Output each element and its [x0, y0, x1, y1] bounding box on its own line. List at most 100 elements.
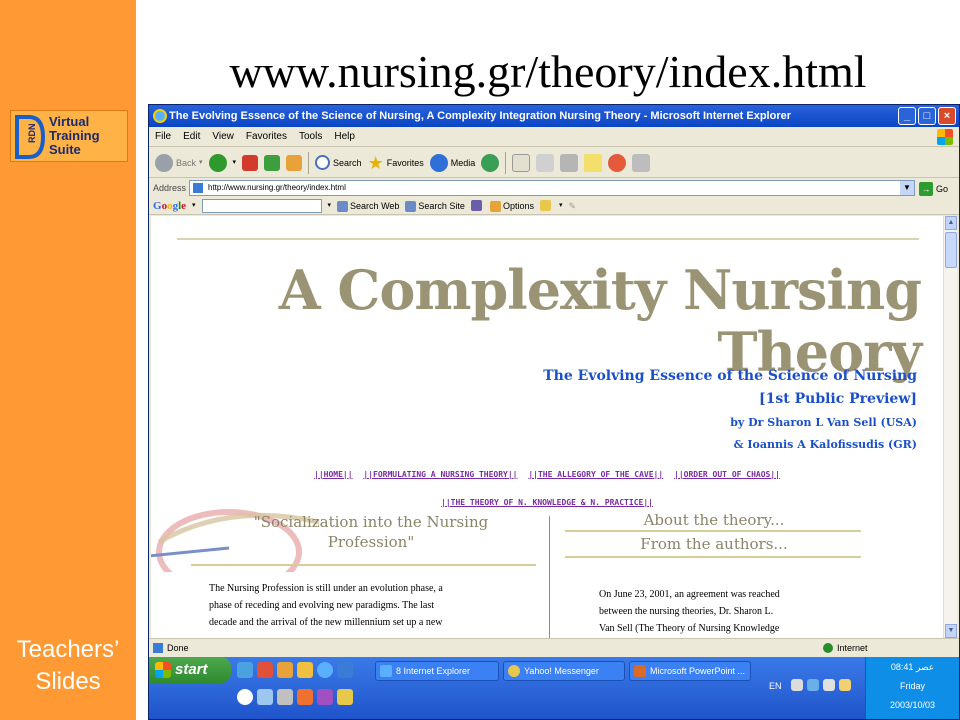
discuss-icon[interactable]: [584, 153, 603, 172]
minimize-button[interactable]: _: [898, 107, 916, 125]
quicklaunch-folder-icon[interactable]: [277, 662, 293, 678]
quicklaunch-explorer-icon[interactable]: [297, 662, 313, 678]
quicklaunch-word-icon[interactable]: [337, 662, 353, 678]
status-text: Done: [167, 643, 189, 653]
quicklaunch-ie-icon[interactable]: [317, 662, 333, 678]
forward-arrow-icon[interactable]: [208, 153, 227, 172]
options-label: Options: [502, 200, 534, 211]
yahoo-task-icon: [508, 665, 520, 677]
menu-file[interactable]: File: [155, 127, 171, 146]
nav-link-home[interactable]: ||HOME||: [314, 470, 353, 479]
home-icon[interactable]: [286, 154, 303, 171]
quicklaunch-app-icon[interactable]: [257, 662, 273, 678]
tray-network-icon[interactable]: [807, 679, 819, 691]
stop-icon[interactable]: [242, 154, 259, 171]
quicklaunch-media-icon[interactable]: [237, 689, 253, 705]
windows-start-icon: [155, 662, 171, 678]
status-bar: Done Internet: [149, 638, 959, 656]
author-line1: by Dr Sharon L Van Sell (USA): [730, 416, 917, 429]
google-logo[interactable]: Google: [153, 197, 186, 215]
highlighter-icon[interactable]: ✎: [568, 197, 576, 215]
menu-favorites[interactable]: Favorites: [246, 127, 287, 146]
folder-icon[interactable]: [539, 200, 551, 211]
options-button[interactable]: Options: [489, 197, 534, 215]
quicklaunch-outlook-icon[interactable]: [257, 689, 273, 705]
mail-icon[interactable]: [512, 153, 531, 172]
left-heading-line2: Profession": [327, 533, 415, 551]
quicklaunch-messenger-icon[interactable]: [337, 689, 353, 705]
folder-dropdown-icon[interactable]: ▾: [559, 197, 563, 215]
print-icon[interactable]: [536, 153, 555, 172]
scroll-down-icon[interactable]: ▼: [945, 624, 957, 638]
forward-dropdown-icon[interactable]: ▾: [233, 148, 237, 178]
scroll-thumb[interactable]: [945, 232, 957, 268]
about-theory-heading: About the theory...: [643, 511, 785, 529]
start-button[interactable]: start: [149, 657, 231, 683]
tray-volume-icon[interactable]: [823, 679, 835, 691]
menu-view[interactable]: View: [212, 127, 234, 146]
search-site-icon: [405, 200, 417, 212]
search-web-button[interactable]: Search Web: [337, 197, 399, 215]
google-search-input[interactable]: [201, 198, 322, 213]
google-input-dropdown-icon[interactable]: ▾: [328, 197, 332, 215]
quicklaunch-tool-icon[interactable]: [277, 689, 293, 705]
quicklaunch-firefox-icon[interactable]: [297, 689, 313, 705]
google-toolbar: Google ▾ ▾ Search Web Search Site Option…: [149, 197, 959, 215]
menu-tools[interactable]: Tools: [299, 127, 322, 146]
back-label: Back: [176, 157, 197, 168]
maximize-button[interactable]: □: [918, 107, 936, 125]
task-internet-explorer[interactable]: 8 Internet Explorer: [375, 661, 499, 681]
vertical-scrollbar[interactable]: ▲ ▼: [943, 216, 957, 638]
address-dropdown-icon[interactable]: ▼: [900, 181, 914, 195]
task-powerpoint[interactable]: Microsoft PowerPoint ...: [629, 661, 751, 681]
slide-title: www.nursing.gr/theory/index.html: [229, 46, 867, 97]
favorites-button[interactable]: ★ Favorites: [368, 151, 424, 175]
tray-pen-icon[interactable]: [791, 679, 803, 691]
page-info-icon[interactable]: [470, 200, 482, 211]
search-site-button[interactable]: Search Site: [405, 197, 465, 215]
research-icon[interactable]: [632, 153, 651, 172]
refresh-icon[interactable]: [264, 154, 281, 171]
tray-messenger-icon[interactable]: [839, 679, 851, 691]
toolbar-separator: [308, 151, 310, 174]
search-button[interactable]: Search: [315, 151, 362, 175]
address-bar: Address http://www.nursing.gr/theory/ind…: [149, 179, 959, 197]
system-tray-clock[interactable]: 08:41 عصر Friday 2003/10/03: [865, 657, 959, 719]
menu-help[interactable]: Help: [334, 127, 355, 146]
back-arrow-icon: [155, 153, 173, 172]
language-indicator[interactable]: EN: [769, 679, 782, 693]
edit-icon[interactable]: [560, 153, 579, 172]
left-section-heading: "Socialization into the Nursing Professi…: [211, 512, 531, 552]
favorites-star-icon: ★: [367, 152, 384, 173]
task-yahoo-messenger[interactable]: Yahoo! Messenger: [503, 661, 625, 681]
back-button[interactable]: Back ▾: [155, 151, 203, 175]
address-value: http://www.nursing.gr/theory/index.html: [208, 183, 346, 192]
nav-link-formulating[interactable]: ||FORMULATING A NURSING THEORY||: [363, 470, 517, 479]
history-icon[interactable]: [481, 153, 500, 172]
media-button[interactable]: Media: [429, 151, 475, 175]
internet-zone-icon: [823, 643, 833, 653]
logo-line-training: Training: [49, 128, 100, 143]
back-dropdown-icon[interactable]: ▾: [199, 148, 203, 178]
search-icon: [315, 155, 331, 170]
scroll-up-icon[interactable]: ▲: [945, 216, 957, 230]
nav-link-allegory[interactable]: ||THE ALLEGORY OF THE CAVE||: [528, 470, 663, 479]
window-titlebar[interactable]: The Evolving Essence of the Science of N…: [149, 105, 959, 127]
browser-window: The Evolving Essence of the Science of N…: [148, 104, 960, 720]
quicklaunch-misc-icon[interactable]: [317, 689, 333, 705]
nav-link-theory[interactable]: ||THE THEORY OF N. KNOWLEDGE & N. PRACTI…: [441, 498, 653, 507]
close-button[interactable]: ×: [938, 107, 956, 125]
go-button[interactable]: → Go: [919, 180, 948, 198]
nav-link-order[interactable]: ||ORDER OUT OF CHAOS||: [674, 470, 780, 479]
quicklaunch-desktop-icon[interactable]: [237, 662, 253, 678]
right-text-line: between the nursing theories, Dr. Sharon…: [599, 606, 774, 617]
page-subtitle: The Evolving Essence of the Science of N…: [543, 368, 917, 384]
messenger-icon[interactable]: [608, 153, 627, 172]
google-dropdown-icon[interactable]: ▾: [192, 197, 196, 215]
slide-footer: Teachers’ Slides: [16, 636, 120, 695]
menu-edit[interactable]: Edit: [183, 127, 200, 146]
authors-rule: [565, 556, 861, 558]
address-input[interactable]: http://www.nursing.gr/theory/index.html …: [189, 180, 915, 196]
top-rule: [177, 238, 919, 240]
column-divider: [549, 516, 550, 638]
